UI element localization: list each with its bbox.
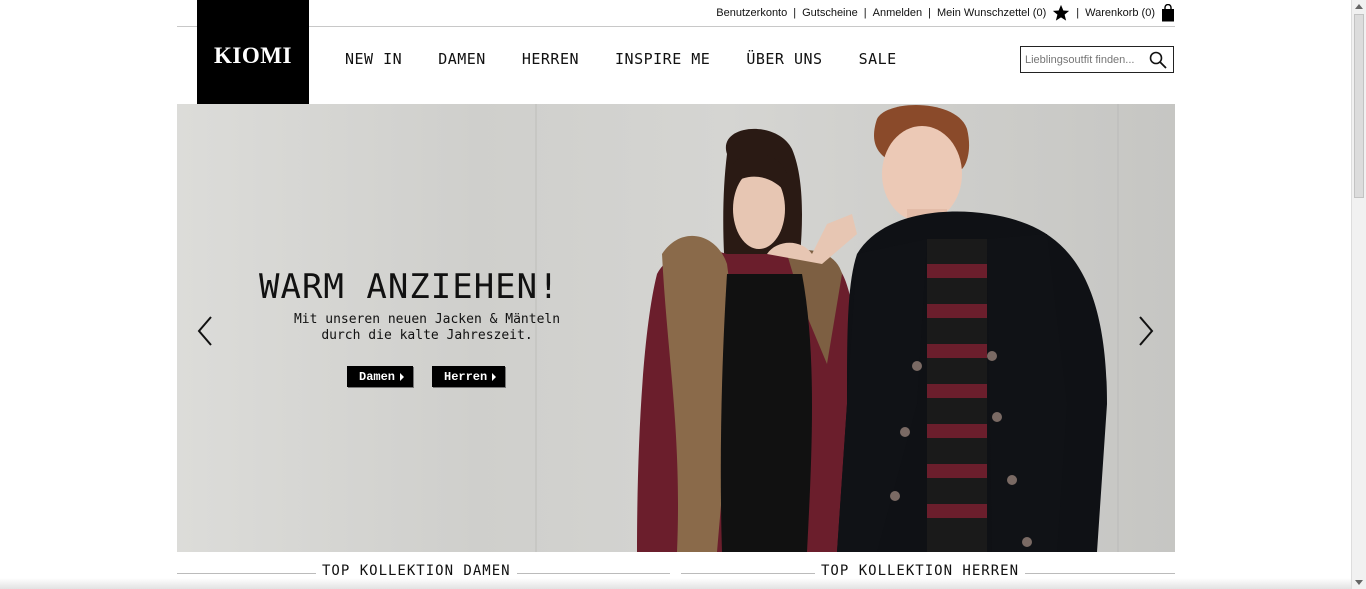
chevron-left-icon[interactable]	[197, 316, 213, 346]
hero-headline: WARM ANZIEHEN!	[259, 267, 560, 307]
cta-damen-button[interactable]: Damen	[347, 366, 414, 387]
scroll-down-arrow-icon[interactable]	[1355, 580, 1363, 585]
cta-herren-button[interactable]: Herren	[432, 366, 506, 387]
nav-item-sale[interactable]: SALE	[859, 50, 897, 68]
search-icon[interactable]	[1149, 51, 1167, 69]
cta-herren-label: Herren	[444, 369, 488, 384]
section-title-men: TOP KOLLEKTION HERREN	[815, 563, 1026, 579]
nav-item-ueber-uns[interactable]: ÜBER UNS	[746, 50, 822, 68]
hero-subline-line-1: Mit unseren neuen Jacken & Mänteln	[293, 312, 561, 327]
caret-right-icon	[492, 372, 497, 381]
nav-item-damen[interactable]: DAMEN	[438, 50, 486, 68]
separator: |	[928, 7, 932, 19]
separator: |	[863, 7, 867, 19]
hero-banner[interactable]: WARM ANZIEHEN! Mit unseren neuen Jacken …	[177, 104, 1175, 552]
scrollbar-thumb[interactable]	[1354, 14, 1364, 198]
nav-item-herren[interactable]: HERREN	[522, 50, 579, 68]
main-navigation: NEW IN DAMEN HERREN INSPIRE ME ÜBER UNS …	[345, 50, 933, 68]
shopping-bag-icon[interactable]	[1161, 4, 1175, 22]
nav-item-inspire-me[interactable]: INSPIRE ME	[615, 50, 710, 68]
logo-text: KIOMI	[214, 43, 292, 68]
hero-subline: Mit unseren neuen Jacken & Mänteln durch…	[277, 312, 577, 344]
section-title-women: TOP KOLLEKTION DAMEN	[316, 563, 517, 579]
man-model-image	[837, 105, 1107, 552]
chevron-right-icon[interactable]	[1138, 316, 1154, 346]
cta-damen-label: Damen	[359, 369, 396, 384]
top-utility-bar: Benutzerkonto | Gutscheine | Anmelden | …	[177, 0, 1175, 27]
top-links: Benutzerkonto | Gutscheine | Anmelden | …	[716, 4, 1175, 22]
vouchers-link[interactable]: Gutscheine	[802, 7, 858, 19]
scroll-up-arrow-icon[interactable]	[1355, 4, 1363, 9]
search-box	[1020, 46, 1174, 73]
separator: |	[1076, 7, 1080, 19]
separator: |	[793, 7, 797, 19]
search-input[interactable]	[1021, 47, 1149, 72]
cart-link[interactable]: Warenkorb (0)	[1085, 7, 1155, 19]
caret-right-icon	[400, 372, 405, 381]
star-icon[interactable]	[1052, 4, 1070, 22]
hero-subline-line-2: durch die kalte Jahreszeit.	[321, 328, 533, 343]
account-link[interactable]: Benutzerkonto	[716, 7, 787, 19]
login-link[interactable]: Anmelden	[873, 7, 923, 19]
nav-item-new-in[interactable]: NEW IN	[345, 50, 402, 68]
wishlist-link[interactable]: Mein Wunschzettel (0)	[937, 7, 1046, 19]
kiomi-logo[interactable]: KIOMI	[197, 0, 309, 112]
sweater-stripes	[927, 239, 987, 552]
vertical-scrollbar[interactable]	[1351, 0, 1366, 589]
bottom-fade	[0, 578, 1351, 589]
